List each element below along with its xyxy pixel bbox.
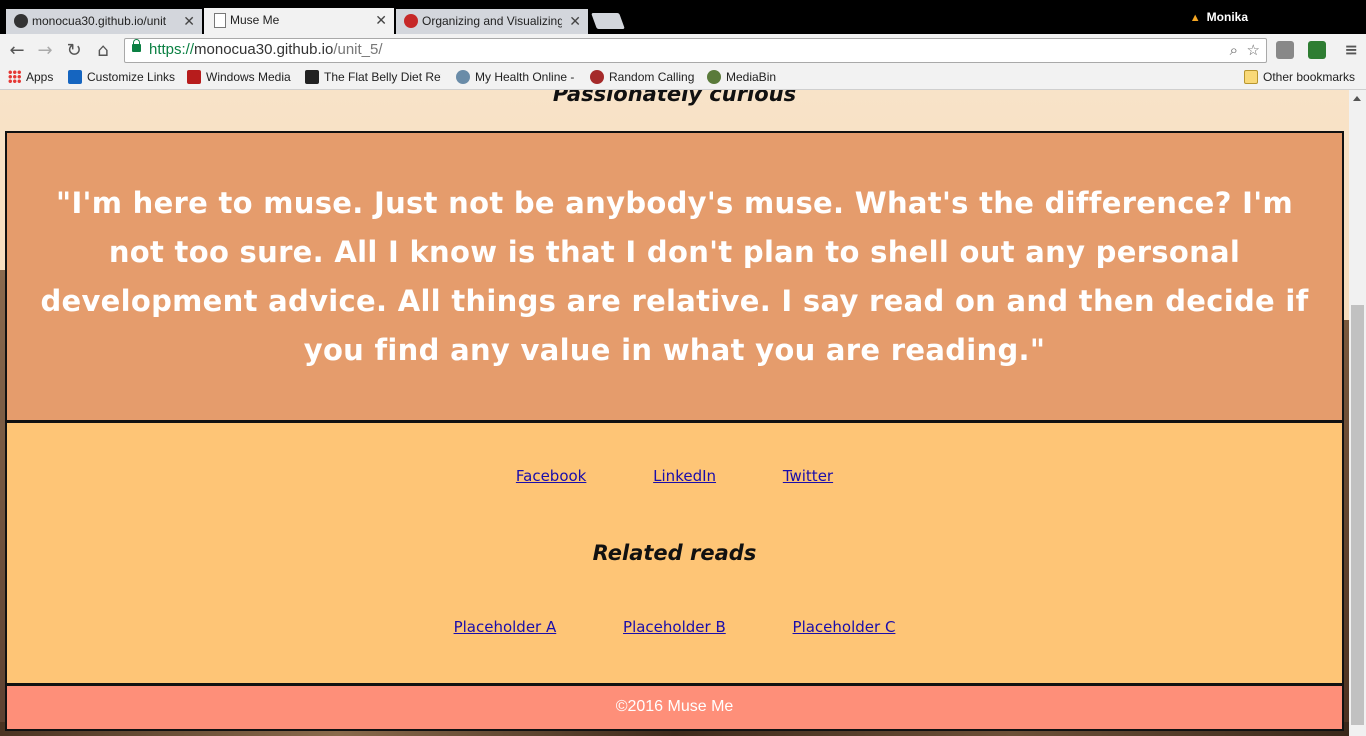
close-icon[interactable]: ✕ — [375, 8, 387, 32]
placeholder-a-link[interactable]: Placeholder A — [454, 618, 557, 636]
footer: ©2016 Muse Me — [5, 684, 1344, 731]
webmd-icon — [305, 70, 319, 84]
tab-title: Organizing and Visualizing — [422, 14, 562, 28]
github-icon — [14, 14, 28, 28]
apple-icon — [590, 70, 604, 84]
address-bar[interactable]: https://monocua30.github.io/unit_5/ ⌕ ☆ — [124, 38, 1267, 63]
url-text[interactable]: https://monocua30.github.io/unit_5/ — [149, 41, 383, 58]
new-tab-button[interactable] — [591, 13, 625, 29]
apps-grid-icon — [8, 70, 21, 83]
windows-media-icon — [187, 70, 201, 84]
extension-icon[interactable] — [1308, 41, 1326, 59]
bookmark-label: Apps — [26, 70, 54, 84]
url-host: monocua30.github.io — [194, 41, 334, 58]
other-bookmarks-label: Other bookmarks — [1263, 70, 1356, 84]
m-logo-icon — [68, 70, 82, 84]
lock-icon — [132, 39, 141, 52]
warning-icon: ▲ — [1189, 12, 1201, 24]
menu-icon[interactable]: ≡ — [1345, 40, 1358, 59]
browser-toolbar: ← → ↻ ⌂ https://monocua30.github.io/unit… — [0, 34, 1366, 67]
bookmark-label: My Health Online - — [475, 70, 575, 84]
bookmarks-bar: Apps Customize Links Windows Media The F… — [0, 67, 1366, 90]
bookmark-customize-links[interactable]: Customize Links — [68, 70, 175, 84]
user-profile[interactable]: ▲ Monika — [1190, 10, 1248, 24]
bookmark-flat-belly[interactable]: The Flat Belly Diet Rev — [305, 70, 441, 84]
social-links: Facebook LinkedIn Twitter — [7, 467, 1342, 485]
user-name: Monika — [1206, 10, 1248, 24]
linkedin-link[interactable]: LinkedIn — [653, 467, 716, 485]
related-reads-heading: Related reads — [592, 541, 757, 565]
scroll-thumb[interactable] — [1351, 305, 1364, 725]
bookmark-windows-media[interactable]: Windows Media — [187, 70, 291, 84]
placeholder-b-link[interactable]: Placeholder B — [623, 618, 726, 636]
bookmark-label: MediaBin — [726, 70, 777, 84]
tab-title: Muse Me — [230, 13, 280, 27]
extension-icon[interactable] — [1276, 41, 1294, 59]
back-icon[interactable]: ← — [6, 40, 28, 62]
tab-organizing[interactable]: Organizing and Visualizing ✕ — [396, 9, 588, 34]
close-icon[interactable]: ✕ — [569, 9, 581, 33]
links-section: Facebook LinkedIn Twitter Related reads … — [5, 421, 1344, 685]
page-viewport: Passionately curious "I'm here to muse. … — [0, 90, 1349, 736]
quote-text: "I'm here to muse. Just not be anybody's… — [40, 185, 1309, 367]
placeholder-c-link[interactable]: Placeholder C — [793, 618, 896, 636]
folder-icon — [1244, 70, 1258, 84]
facebook-link[interactable]: Facebook — [516, 467, 586, 485]
bookmark-mediabin[interactable]: MediaBin — [707, 70, 776, 84]
bookmark-label: The Flat Belly Diet Rev — [324, 70, 441, 84]
close-icon[interactable]: ✕ — [183, 9, 195, 33]
tagline: Passionately curious — [552, 90, 797, 106]
bookmark-label: Random Calling — [609, 70, 695, 84]
quote-section: "I'm here to muse. Just not be anybody's… — [5, 131, 1344, 422]
bookmark-random-calling[interactable]: Random Calling — [590, 70, 694, 84]
twitter-link[interactable]: Twitter — [783, 467, 833, 485]
reload-icon[interactable]: ↻ — [63, 40, 85, 62]
footer-text: ©2016 Muse Me — [615, 698, 734, 715]
ga-icon — [404, 14, 418, 28]
url-scheme: https:// — [149, 41, 195, 58]
zoom-icon[interactable]: ⌕ — [1230, 41, 1238, 59]
scroll-up-icon[interactable] — [1353, 96, 1361, 101]
related-links: Placeholder A Placeholder B Placeholder … — [7, 618, 1342, 636]
tab-strip: monocua30.github.io/unit ✕ Muse Me ✕ Org… — [0, 0, 1366, 34]
bookmark-my-health[interactable]: My Health Online - — [456, 70, 574, 84]
bookmark-label: Customize Links — [87, 70, 176, 84]
page-scrollbar[interactable] — [1349, 90, 1366, 736]
forward-icon[interactable]: → — [34, 40, 56, 62]
bookmark-label: Windows Media — [206, 70, 291, 84]
mediabin-icon — [707, 70, 721, 84]
url-path: /unit_5/ — [333, 41, 383, 58]
document-icon — [214, 13, 226, 28]
tab-title: monocua30.github.io/unit — [32, 14, 167, 28]
bookmark-apps[interactable]: Apps — [8, 70, 53, 84]
star-icon[interactable]: ☆ — [1247, 41, 1260, 59]
other-bookmarks[interactable]: Other bookmarks — [1244, 70, 1355, 84]
tab-github[interactable]: monocua30.github.io/unit ✕ — [6, 9, 202, 34]
health-icon — [456, 70, 470, 84]
tab-muse-me[interactable]: Muse Me ✕ — [204, 8, 394, 34]
home-icon[interactable]: ⌂ — [92, 40, 114, 62]
